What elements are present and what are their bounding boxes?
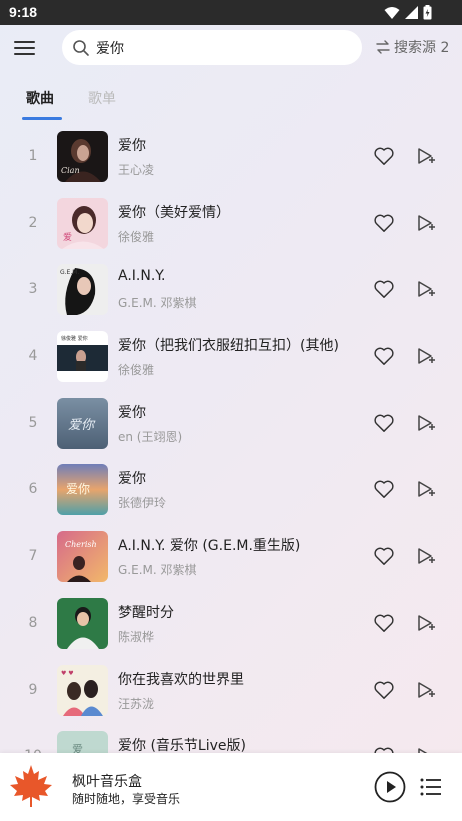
song-title: 爱你: [118, 404, 146, 421]
heart-icon[interactable]: [373, 546, 395, 566]
heart-icon[interactable]: [373, 279, 395, 299]
song-index: 2: [28, 214, 38, 231]
search-source-label: 搜索源 2: [394, 40, 450, 56]
song-artist: 陈淑桦: [118, 629, 155, 644]
song-artist: 汪苏泷: [118, 696, 155, 711]
playlist-icon[interactable]: [420, 776, 442, 798]
menu-button[interactable]: [14, 38, 38, 58]
song-index: 3: [28, 281, 38, 298]
song-row[interactable]: 3 G.E.M. A.I.N.Y. G.E.M. 邓紫棋: [0, 257, 462, 324]
song-index: 6: [28, 481, 38, 498]
search-source-button[interactable]: 搜索源 2: [375, 37, 449, 57]
heart-icon[interactable]: [373, 213, 395, 233]
album-cover: ♥ ♥: [57, 664, 108, 716]
song-title: 爱你: [118, 138, 146, 154]
song-artist: 张德伊玲: [118, 496, 167, 511]
song-artist: en (王翊恩): [118, 429, 183, 444]
song-index: 1: [28, 148, 38, 164]
album-cover: Cherish: [57, 531, 108, 583]
song-artist: 徐俊雅: [118, 229, 155, 244]
add-to-playlist-icon[interactable]: [416, 413, 436, 433]
song-row[interactable]: 8 梦醒时分 陈淑桦: [0, 591, 462, 658]
song-title: A.I.N.Y. 爱你 (G.E.M.重生版): [118, 538, 301, 555]
song-artist: 徐俊雅: [118, 363, 155, 378]
add-to-playlist-icon[interactable]: [416, 279, 436, 299]
album-cover: 爱你: [57, 397, 108, 449]
status-icons: [384, 5, 432, 20]
album-cover: Cian: [57, 131, 108, 182]
maple-leaf-logo-icon: [10, 765, 52, 807]
battery-icon: [423, 5, 432, 20]
heart-icon[interactable]: [373, 479, 395, 499]
song-artist: G.E.M. 邓紫棋: [118, 563, 197, 578]
svg-text:Cian: Cian: [61, 166, 80, 175]
song-artist: 王心凌: [118, 163, 155, 177]
search-input[interactable]: [96, 39, 336, 56]
song-row[interactable]: 5 爱你 爱你 en (王翊恩): [0, 391, 462, 458]
song-row[interactable]: 1 Cian 爱你 王心凌: [0, 124, 462, 191]
album-cover: 爱你: [57, 464, 108, 516]
album-cover: 爱: [57, 197, 108, 249]
album-cover: [57, 597, 108, 649]
album-cover: G.E.M.: [57, 264, 108, 316]
song-index: 9: [28, 681, 38, 698]
song-title: A.I.N.Y.: [118, 268, 166, 285]
add-to-playlist-icon[interactable]: [416, 213, 436, 233]
add-to-playlist-icon[interactable]: [416, 546, 436, 566]
heart-icon[interactable]: [373, 146, 395, 166]
tab-songs[interactable]: 歌曲: [26, 88, 54, 108]
player-subtitle: 随时随地，享受音乐: [72, 792, 181, 806]
song-index: 8: [28, 614, 38, 631]
song-row[interactable]: 6 爱你 爱你 张德伊玲: [0, 457, 462, 524]
album-cover: 徐俊雅 爱你: [57, 331, 108, 383]
tab-underline: [22, 117, 62, 120]
song-title: 你在我喜欢的世界里: [118, 671, 244, 688]
add-to-playlist-icon[interactable]: [416, 680, 436, 700]
heart-icon[interactable]: [373, 413, 395, 433]
song-index: 7: [28, 548, 38, 565]
song-title: 爱你（把我们衣服纽扣互扣）(其他): [118, 338, 339, 355]
song-row[interactable]: 9 ♥ ♥ 你在我喜欢的世界里 汪苏泷: [0, 658, 462, 725]
signal-icon: [405, 6, 418, 19]
add-to-playlist-icon[interactable]: [416, 346, 436, 366]
song-list: 1 Cian 爱你 王心凌 2 爱 爱你（美好爱情） 徐俊雅 3 G.E.M. …: [0, 124, 462, 791]
song-row[interactable]: 7 Cherish A.I.N.Y. 爱你 (G.E.M.重生版) G.E.M.…: [0, 524, 462, 591]
add-to-playlist-icon[interactable]: [416, 613, 436, 633]
swap-icon: [376, 40, 390, 54]
status-bar: 9:18: [0, 0, 462, 25]
song-row[interactable]: 4 徐俊雅 爱你 爱你（把我们衣服纽扣互扣）(其他) 徐俊雅: [0, 324, 462, 391]
heart-icon[interactable]: [373, 613, 395, 633]
song-artist: G.E.M. 邓紫棋: [118, 296, 197, 311]
tab-bar: 歌曲 歌单: [26, 88, 116, 108]
svg-text:♥ ♥: ♥ ♥: [61, 670, 74, 677]
player-title: 枫叶音乐盒: [72, 774, 142, 790]
song-index: 4: [28, 348, 38, 365]
song-title: 梦醒时分: [118, 604, 174, 621]
heart-icon[interactable]: [373, 680, 395, 700]
svg-text:G.E.M.: G.E.M.: [60, 269, 79, 276]
song-row[interactable]: 2 爱 爱你（美好爱情） 徐俊雅: [0, 191, 462, 258]
search-icon: [73, 39, 89, 56]
svg-text:爱你: 爱你: [68, 418, 96, 433]
heart-icon[interactable]: [373, 346, 395, 366]
svg-text:爱你: 爱你: [66, 482, 90, 496]
add-to-playlist-icon[interactable]: [416, 479, 436, 499]
status-time: 9:18: [9, 4, 38, 20]
song-index: 5: [28, 414, 38, 431]
play-icon[interactable]: [374, 771, 406, 803]
song-title: 爱你: [118, 471, 146, 488]
svg-text:徐俊雅 爱你: 徐俊雅 爱你: [61, 335, 88, 342]
wifi-icon: [384, 6, 400, 19]
svg-text:爱: 爱: [63, 232, 72, 243]
search-box[interactable]: [62, 30, 362, 65]
tab-playlists[interactable]: 歌单: [88, 88, 116, 108]
svg-text:Cherish: Cherish: [65, 540, 97, 549]
song-title: 爱你（美好爱情）: [118, 204, 230, 221]
add-to-playlist-icon[interactable]: [416, 146, 436, 166]
